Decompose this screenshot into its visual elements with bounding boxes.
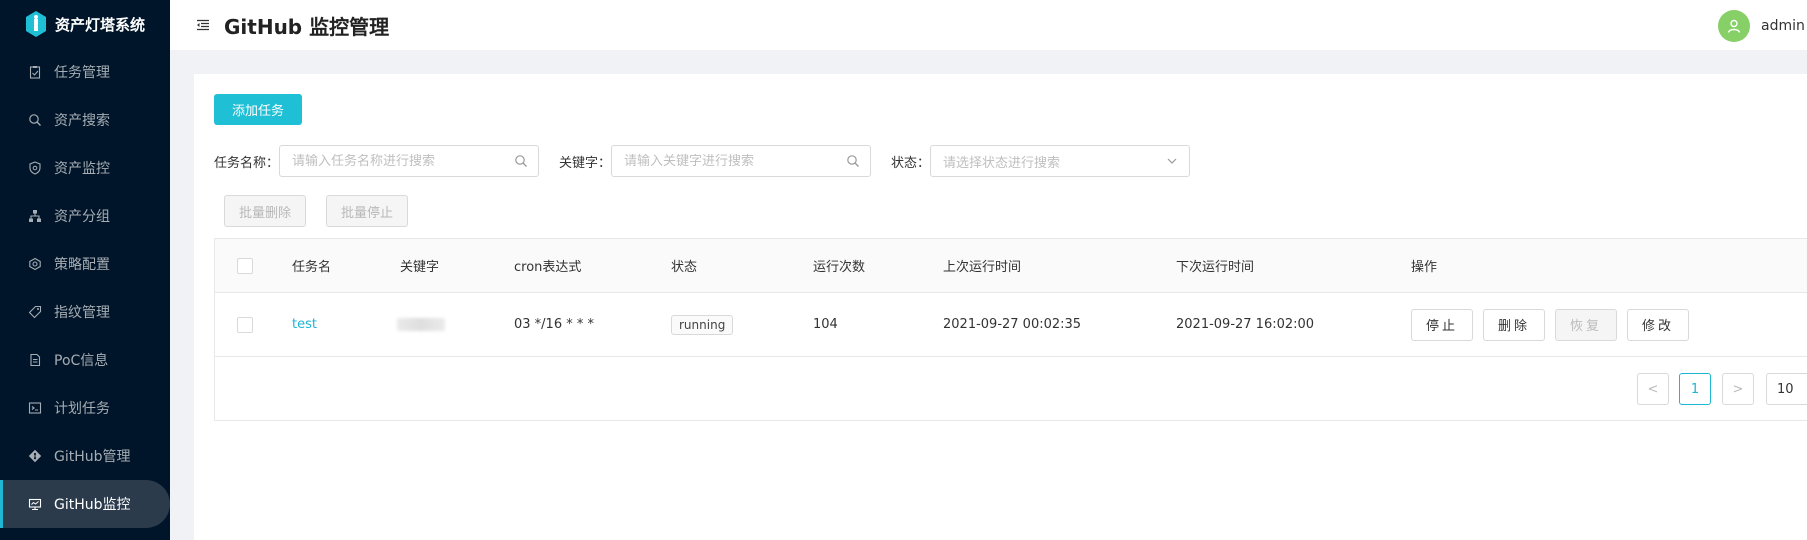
- sidebar-item-label: 资产搜索: [54, 113, 110, 129]
- chevron-down-icon: [1167, 158, 1177, 164]
- menu-fold-icon[interactable]: [196, 18, 210, 32]
- column-header: 状态: [671, 260, 698, 275]
- sidebar-item-asset-search[interactable]: 资产搜索: [0, 96, 170, 144]
- edit-button[interactable]: 修改: [1627, 308, 1690, 341]
- row-select-cell: [237, 293, 253, 356]
- gear-icon: [28, 257, 42, 271]
- cron-cell: 03 */16 * * *: [514, 317, 594, 332]
- batch-stop-button[interactable]: 批量停止: [326, 195, 409, 227]
- sidebar-item-label: 任务管理: [54, 65, 110, 81]
- table-row: test 03 */16 * * * running 104 2021-09-2…: [215, 293, 1807, 357]
- sidebar-item-github-management[interactable]: GitHub管理: [0, 432, 170, 480]
- sidebar-item-strategy-config[interactable]: 策略配置: [0, 240, 170, 288]
- sidebar-item-github-monitor[interactable]: GitHub监控: [0, 480, 170, 528]
- column-header: cron表达式: [514, 260, 582, 275]
- sidebar-item-label: GitHub管理: [54, 449, 131, 465]
- document-icon: [28, 353, 42, 367]
- batch-delete-button[interactable]: 批量删除: [224, 195, 307, 227]
- page-title: GitHub 监控管理: [224, 14, 390, 39]
- clipboard-icon: [28, 65, 42, 79]
- sidebar-item-label: GitHub监控: [54, 497, 131, 513]
- user-menu[interactable]: admin: [1718, 10, 1805, 42]
- last-run-cell: 2021-09-27 00:02:35: [943, 317, 1082, 332]
- redacted-keyword: [397, 318, 445, 331]
- monitor-icon: [28, 497, 42, 511]
- stop-button[interactable]: 停止: [1411, 308, 1474, 341]
- add-task-button[interactable]: 添加任务: [214, 94, 302, 125]
- next-page-button[interactable]: >: [1722, 373, 1754, 405]
- row-checkbox[interactable]: [237, 316, 253, 333]
- status-select-placeholder: 请选择状态进行搜索: [943, 155, 1061, 171]
- tag-icon: [28, 305, 42, 319]
- column-header: 任务名: [292, 260, 332, 275]
- sidebar-item-label: 策略配置: [54, 257, 110, 273]
- keyword-input[interactable]: [624, 153, 871, 169]
- git-icon: [28, 449, 42, 463]
- task-name-search[interactable]: [279, 145, 540, 177]
- column-header: 下次运行时间: [1176, 260, 1255, 275]
- run-count-cell: 104: [813, 317, 838, 332]
- avatar[interactable]: [1718, 10, 1750, 42]
- keyword-cell: [397, 293, 445, 356]
- column-header: 上次运行时间: [943, 260, 1022, 275]
- lighthouse-logo-icon: [26, 11, 46, 37]
- status-label: 状态：: [891, 155, 931, 171]
- task-name-label: 任务名称：: [214, 155, 280, 171]
- keyword-search[interactable]: [611, 145, 872, 177]
- resume-button[interactable]: 恢复: [1555, 308, 1618, 341]
- column-header: 关键字: [400, 260, 440, 275]
- shield-icon: [28, 161, 42, 175]
- sidebar-item-label: 计划任务: [54, 401, 110, 417]
- search-icon[interactable]: [846, 154, 860, 168]
- column-header: 运行次数: [813, 260, 866, 275]
- actions-cell: 停止 删除 恢复 修改: [1411, 293, 1699, 356]
- username: admin: [1761, 18, 1805, 34]
- filter-bar: 任务名称： 关键字： 状态： 请选择状态进行搜索: [214, 144, 1191, 178]
- pagination: < 1 > 10: [215, 357, 1807, 421]
- logo[interactable]: 资产灯塔系统: [0, 0, 170, 48]
- batch-actions: 批量删除 批量停止: [224, 195, 428, 227]
- next-run-cell: 2021-09-27 16:02:00: [1176, 317, 1315, 332]
- select-all-cell: [237, 239, 253, 292]
- sidebar-item-asset-monitor[interactable]: 资产监控: [0, 144, 170, 192]
- user-icon: [1727, 19, 1741, 33]
- task-name-link[interactable]: test: [292, 293, 317, 356]
- page-size-select[interactable]: 10: [1766, 373, 1807, 405]
- status-cell: running: [671, 293, 734, 356]
- sidebar-item-fingerprint[interactable]: 指纹管理: [0, 288, 170, 336]
- column-header: 操作: [1411, 260, 1438, 275]
- keyword-label: 关键字：: [559, 155, 612, 171]
- logo-text: 资产灯塔系统: [55, 15, 146, 34]
- sidebar-item-asset-group[interactable]: 资产分组: [0, 192, 170, 240]
- prev-page-button[interactable]: <: [1637, 373, 1669, 405]
- header: GitHub 监控管理 admin: [170, 0, 1807, 50]
- status-badge: running: [671, 314, 734, 335]
- sidebar: 资产灯塔系统 任务管理 资产搜索 资产监控 资产分组 策略配置 指纹管理 PoC…: [0, 0, 170, 540]
- status-select[interactable]: 请选择状态进行搜索: [930, 145, 1191, 177]
- task-table: 任务名 关键字 cron表达式 状态 运行次数 上次运行时间 下次运行时间 操作…: [214, 238, 1807, 421]
- search-icon: [28, 113, 42, 127]
- table-header: 任务名 关键字 cron表达式 状态 运行次数 上次运行时间 下次运行时间 操作: [215, 239, 1807, 293]
- search-icon[interactable]: [514, 154, 528, 168]
- sidebar-item-poc-info[interactable]: PoC信息: [0, 336, 170, 384]
- select-all-checkbox[interactable]: [237, 257, 253, 274]
- delete-button[interactable]: 删除: [1483, 308, 1546, 341]
- sidebar-item-label: 资产监控: [54, 161, 110, 177]
- sidebar-item-label: PoC信息: [54, 353, 109, 369]
- task-name-input[interactable]: [292, 153, 539, 169]
- cluster-icon: [28, 209, 42, 223]
- sidebar-item-task-management[interactable]: 任务管理: [0, 48, 170, 96]
- sidebar-item-scheduled-task[interactable]: 计划任务: [0, 384, 170, 432]
- content-card: 添加任务 任务名称： 关键字： 状态： 请选择状态进行搜索 批量删除 批量停止: [194, 74, 1807, 540]
- page-number[interactable]: 1: [1679, 373, 1711, 405]
- sidebar-item-label: 资产分组: [54, 209, 110, 225]
- sidebar-item-label: 指纹管理: [54, 305, 110, 321]
- terminal-icon: [28, 401, 42, 415]
